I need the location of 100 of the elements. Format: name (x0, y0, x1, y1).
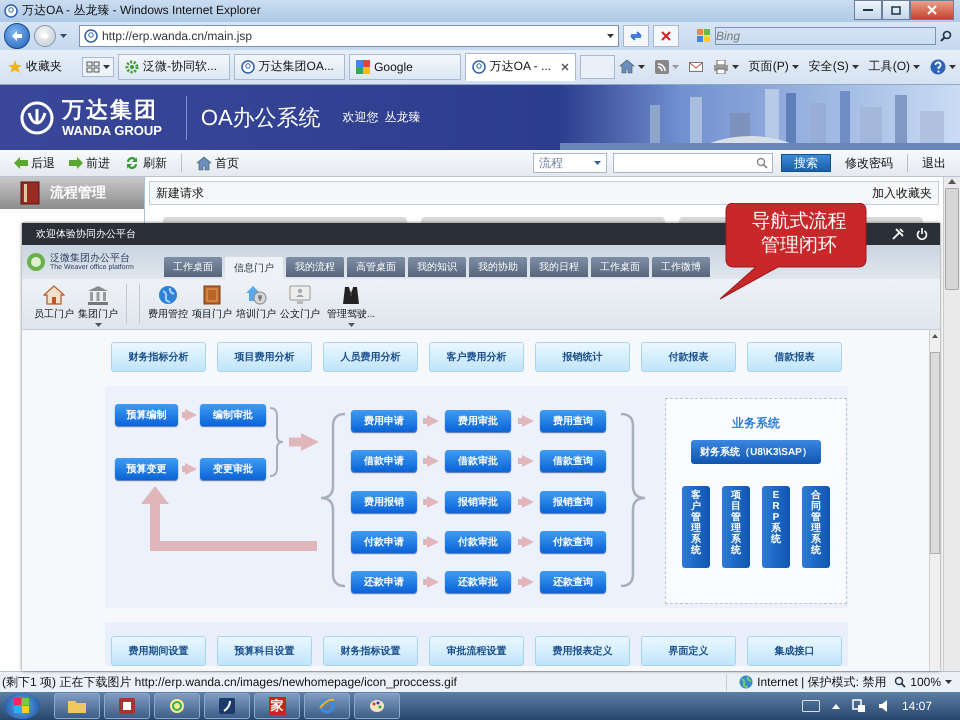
analysis-button[interactable]: 项目费用分析 (217, 342, 312, 372)
nav-button[interactable]: 首页 (196, 154, 239, 172)
nav-button[interactable]: 刷新 (124, 154, 167, 172)
analysis-button[interactable]: 人员费用分析 (323, 342, 418, 372)
scroll-thumb[interactable] (930, 352, 940, 554)
taskbar-button[interactable] (54, 693, 100, 720)
process-node[interactable]: 还款审批 (445, 571, 511, 594)
portal-tab[interactable]: 我的知识 (408, 257, 466, 278)
process-node[interactable]: 预算变更 (115, 458, 178, 480)
process-node[interactable]: 还款查询 (540, 571, 606, 594)
portal-tab[interactable]: 工作桌面 (591, 257, 649, 278)
portal-toolbar-item[interactable]: 员工门户 (32, 279, 76, 322)
browser-tab[interactable]: Google (349, 54, 461, 80)
taskbar-button[interactable]: 家 (254, 693, 300, 720)
zoom-control[interactable]: 100% (886, 675, 960, 690)
portal-toolbar-item[interactable]: 培训门户 (234, 279, 278, 322)
analysis-button[interactable]: 客户费用分析 (429, 342, 524, 372)
portal-toolbar-item[interactable]: 公文门户 (278, 279, 322, 322)
portal-tab[interactable]: 信息门户 (225, 257, 283, 280)
search-field[interactable] (613, 153, 773, 174)
system-button[interactable]: 客户管理系统 (682, 486, 710, 568)
portal-tab[interactable]: 工作桌面 (164, 257, 222, 278)
portal-tab[interactable]: 我的日程 (530, 257, 588, 278)
minimize-button[interactable] (854, 0, 882, 20)
settings-button[interactable]: 预算科目设置 (217, 636, 312, 666)
portal-toolbar-item[interactable]: 费用管控 (146, 279, 190, 322)
system-button[interactable]: 财务系统（U8\K3\SAP） (691, 440, 821, 464)
mail-button[interactable] (688, 62, 703, 72)
close-icon[interactable] (561, 62, 570, 71)
forward-button[interactable] (34, 24, 56, 47)
process-node[interactable]: 预算编制 (115, 404, 178, 426)
taskbar-button[interactable] (154, 693, 200, 720)
power-icon[interactable] (916, 228, 928, 240)
process-node[interactable]: 编制审批 (200, 404, 266, 426)
settings-button[interactable]: 财务指标设置 (323, 636, 418, 666)
process-node[interactable]: 付款查询 (540, 531, 606, 554)
stop-button[interactable] (653, 24, 679, 47)
portal-tab[interactable]: 工作微博 (652, 257, 710, 278)
system-button[interactable]: 合同管理系统 (802, 486, 830, 568)
process-node[interactable]: 借款申请 (351, 450, 417, 472)
scroll-thumb[interactable] (945, 188, 959, 290)
quick-tabs-button[interactable] (82, 56, 114, 77)
back-button[interactable] (4, 22, 30, 49)
user-name[interactable]: 丛龙臻 (384, 109, 421, 126)
search-field[interactable]: Bing (715, 26, 936, 45)
scroll-up-icon[interactable] (932, 334, 938, 338)
process-node[interactable]: 还款申请 (351, 571, 417, 594)
browser-tab[interactable]: 万达集团OA... (234, 54, 346, 80)
category-select[interactable]: 流程 (533, 153, 607, 174)
portal-toolbar-item[interactable]: 项目门户 (190, 279, 234, 322)
process-node[interactable]: 付款审批 (445, 531, 511, 554)
start-button[interactable] (4, 693, 40, 720)
nav-button[interactable]: 后退 (14, 154, 55, 172)
process-node[interactable]: 借款审批 (445, 450, 511, 472)
portal-tab[interactable]: 我的协助 (469, 257, 527, 278)
taskbar-button[interactable] (104, 693, 150, 720)
browser-tab[interactable]: 万达OA - ... (464, 52, 576, 81)
portal-tab[interactable]: 我的流程 (286, 257, 344, 278)
search-button[interactable]: 搜索 (781, 154, 831, 172)
analysis-button[interactable]: 报销统计 (535, 342, 630, 372)
scrollbar[interactable] (929, 330, 940, 672)
settings-button[interactable]: 费用期间设置 (111, 636, 206, 666)
network-icon[interactable] (852, 699, 866, 714)
command-menu[interactable]: 页面(P) (748, 58, 799, 76)
system-button[interactable]: ERP系统 (762, 486, 790, 568)
settings-button[interactable]: 界面定义 (641, 636, 736, 666)
analysis-button[interactable]: 借款报表 (747, 342, 842, 372)
favorites-button[interactable]: 收藏夹 (4, 56, 66, 78)
taskbar-button[interactable] (354, 693, 400, 720)
settings-button[interactable]: 费用报表定义 (535, 636, 630, 666)
process-node[interactable]: 报销查询 (540, 491, 606, 514)
process-node[interactable]: 费用查询 (540, 410, 606, 432)
nav-link[interactable]: 退出 (922, 154, 946, 172)
process-node[interactable]: 付款申请 (351, 531, 417, 554)
settings-button[interactable]: 集成接口 (747, 636, 842, 666)
search-icon[interactable] (940, 30, 952, 42)
process-node[interactable]: 费用申请 (351, 410, 417, 432)
show-hidden-icon[interactable] (832, 704, 840, 709)
home-button[interactable] (618, 59, 645, 74)
process-node[interactable]: 报销审批 (445, 491, 511, 514)
tools-icon[interactable] (892, 228, 904, 240)
close-button[interactable] (910, 0, 954, 20)
nav-link[interactable]: 修改密码 (845, 154, 893, 172)
system-button[interactable]: 项目管理系统 (722, 486, 750, 568)
refresh-button[interactable] (623, 24, 649, 47)
nav-button[interactable]: 前进 (69, 154, 110, 172)
maximize-button[interactable] (882, 0, 910, 20)
feeds-button[interactable] (654, 60, 679, 74)
volume-icon[interactable] (878, 699, 890, 714)
process-node[interactable]: 费用报销 (351, 491, 417, 514)
taskbar-button[interactable] (304, 693, 350, 720)
portal-toolbar-item[interactable]: 集团门户 (76, 279, 120, 328)
command-menu[interactable]: 安全(S) (808, 58, 859, 76)
command-menu[interactable]: 工具(O) (868, 58, 920, 76)
favorite-link[interactable]: 加入收藏夹 (872, 184, 932, 202)
browser-tab[interactable]: 泛微-协同软... (118, 54, 230, 80)
taskbar-button[interactable] (204, 693, 250, 720)
analysis-button[interactable]: 财务指标分析 (111, 342, 206, 372)
scrollbar[interactable] (943, 177, 960, 672)
process-node[interactable]: 费用审批 (445, 410, 511, 432)
